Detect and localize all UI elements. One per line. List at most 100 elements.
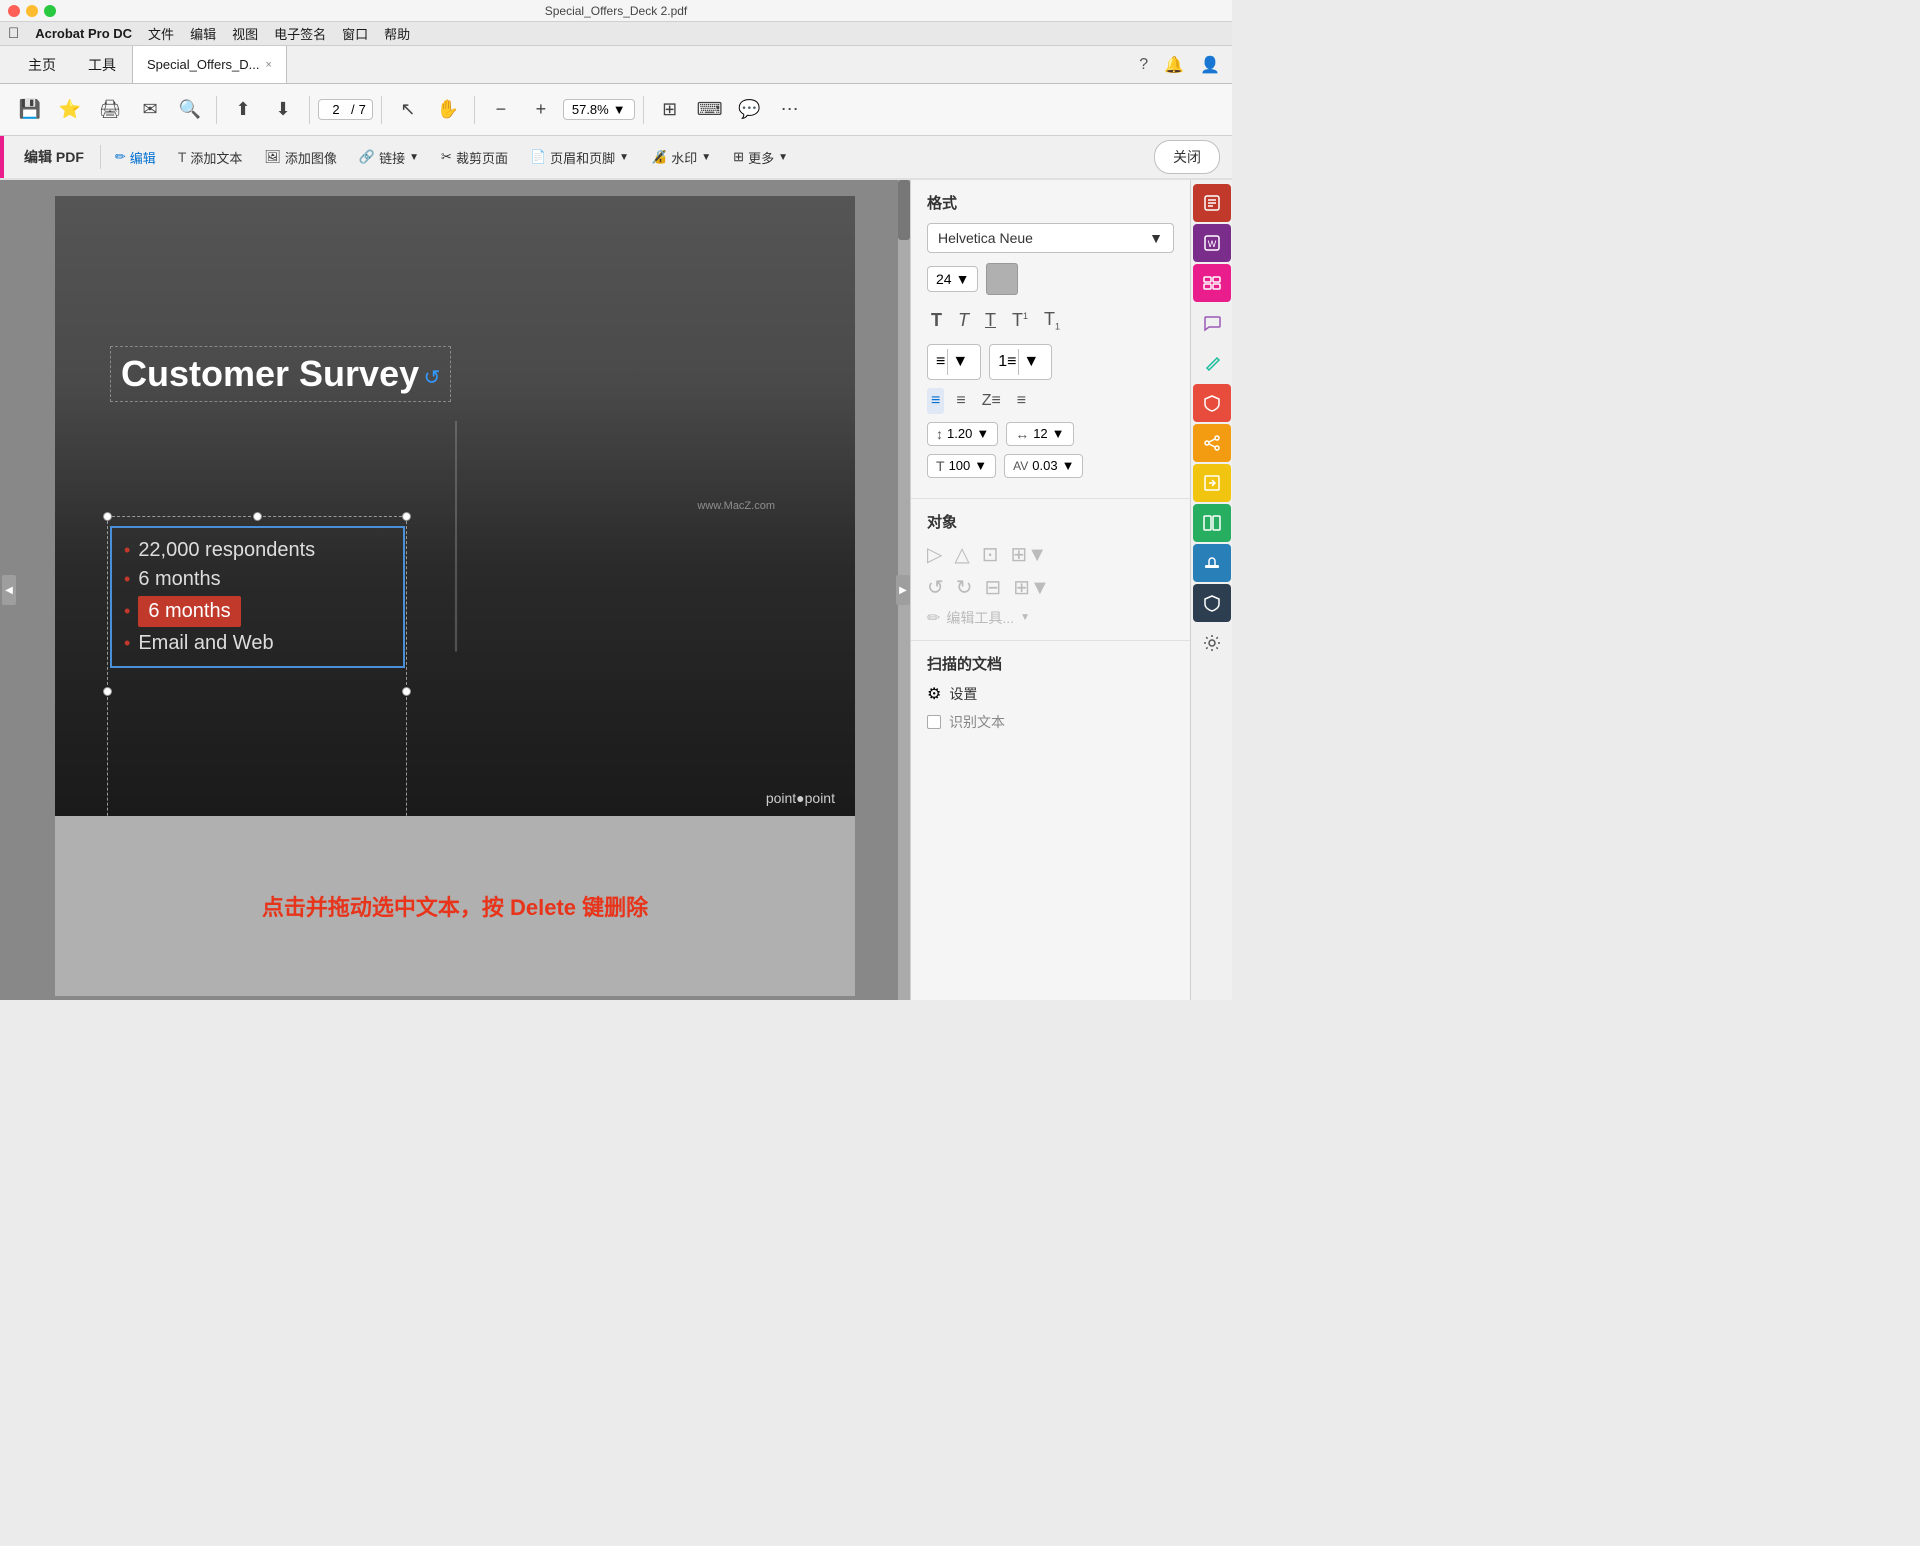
add-image-btn[interactable]: 🖼 添加图像 [254, 144, 347, 171]
tab-close-button[interactable]: × [265, 59, 271, 71]
text-box-survey[interactable]: Customer Survey ↺ [110, 346, 451, 402]
more-tools-button[interactable]: ⋯ [772, 92, 808, 128]
print-button[interactable]: 🖨 [92, 92, 128, 128]
line-spacing-ctrl[interactable]: ↕ 1.20 ▼ [927, 422, 998, 446]
page-number-input[interactable] [325, 102, 347, 117]
align-center-icon[interactable]: ≡ [952, 388, 969, 414]
subscript-icon[interactable]: T1 [1040, 305, 1064, 336]
strip-icon-fill-sign[interactable] [1193, 344, 1231, 382]
arrange-icon[interactable]: ⊞▼ [1013, 575, 1050, 600]
zoom-in-button[interactable]: + [523, 92, 559, 128]
font-size-selector[interactable]: 24 ▼ [927, 266, 978, 292]
bullet-months-selected[interactable]: • 6 months [124, 594, 391, 629]
char-spacing-ctrl[interactable]: ↔ 12 ▼ [1006, 422, 1073, 446]
close-edit-btn[interactable]: 关闭 [1154, 140, 1220, 174]
strip-icon-compare[interactable] [1193, 504, 1231, 542]
handle-ml[interactable] [103, 687, 112, 696]
font-selector[interactable]: Helvetica Neue ▼ [927, 223, 1174, 253]
scrollbar-thumb[interactable] [898, 180, 910, 240]
menu-file[interactable]: 文件 [148, 24, 174, 43]
tab-home[interactable]: 主页 [12, 46, 72, 83]
scan-settings-row[interactable]: ⚙ 设置 [927, 684, 1174, 704]
app-name[interactable]: Acrobat Pro DC [35, 26, 132, 41]
strip-icon-organize[interactable] [1193, 264, 1231, 302]
handle-tr[interactable] [402, 512, 411, 521]
fit-page-button[interactable]: ⊞ [652, 92, 688, 128]
pdf-area[interactable]: ◀ Customer Survey ↺ [0, 180, 910, 1000]
unordered-list-btn[interactable]: ≡ ▼ [927, 344, 981, 380]
help-icon[interactable]: ? [1139, 56, 1148, 74]
menu-help[interactable]: 帮助 [384, 24, 410, 43]
handle-mr[interactable] [402, 687, 411, 696]
watermark-btn[interactable]: 🔏 水印 ▼ [641, 144, 721, 171]
recognize-text-row[interactable]: 识别文本 [927, 712, 1174, 732]
strip-icon-protect[interactable] [1193, 384, 1231, 422]
list-dropdown-2[interactable]: ▼ [1018, 349, 1043, 375]
comment-button[interactable]: 💬 [732, 92, 768, 128]
strip-icon-export[interactable]: W [1193, 224, 1231, 262]
ordered-list-btn[interactable]: 1≡ ▼ [989, 344, 1052, 380]
kerning-ctrl[interactable]: AV 0.03 ▼ [1004, 454, 1083, 478]
strip-icon-comment[interactable] [1193, 304, 1231, 342]
collapse-left-btn[interactable]: ◀ [2, 575, 16, 605]
rotate-cw-icon[interactable]: ↻ [956, 575, 973, 600]
tab-document[interactable]: Special_Offers_D... × [132, 46, 287, 83]
download-button[interactable]: ⬇ [265, 92, 301, 128]
replace-icon[interactable]: ⊟ [985, 575, 1002, 600]
align-obj-icon[interactable]: ⊞▼ [1011, 542, 1048, 567]
header-footer-btn[interactable]: 📄 页眉和页脚 ▼ [520, 144, 639, 171]
hand-tool[interactable]: ✋ [430, 92, 466, 128]
save-button[interactable]: 💾 [12, 92, 48, 128]
crop-obj-icon[interactable]: ⊡ [982, 542, 999, 567]
bold-icon[interactable]: T [927, 306, 946, 335]
align-left-icon[interactable]: ≡ [927, 388, 944, 414]
edit-btn[interactable]: ✏ 编辑 [105, 144, 166, 171]
crop-btn[interactable]: ✂ 裁剪页面 [431, 144, 518, 171]
underline-icon[interactable]: T [981, 306, 1000, 335]
strip-icon-settings[interactable] [1193, 624, 1231, 662]
strip-icon-extract[interactable] [1193, 464, 1231, 502]
scale-ctrl[interactable]: T 100 ▼ [927, 454, 996, 478]
close-button[interactable] [8, 5, 20, 17]
align-right-icon[interactable]: ≡ [1013, 388, 1030, 414]
list-dropdown-1[interactable]: ▼ [947, 349, 972, 375]
text-color-picker[interactable] [986, 263, 1018, 295]
touchup-button[interactable]: ⌨ [692, 92, 728, 128]
apple-menu[interactable]:  [8, 25, 19, 42]
tab-tools[interactable]: 工具 [72, 46, 132, 83]
upload-button[interactable]: ⬆ [225, 92, 261, 128]
edit-tools-row[interactable]: ✏ 编辑工具... ▼ [927, 608, 1174, 628]
handle-tl[interactable] [103, 512, 112, 521]
superscript-icon[interactable]: T1 [1008, 306, 1032, 335]
select-tool[interactable]: ↖ [390, 92, 426, 128]
menu-edit[interactable]: 编辑 [190, 24, 216, 43]
email-button[interactable]: ✉ [132, 92, 168, 128]
menu-window[interactable]: 窗口 [342, 24, 368, 43]
menu-view[interactable]: 视图 [232, 24, 258, 43]
italic-icon[interactable]: T [954, 306, 973, 335]
menu-sign[interactable]: 电子签名 [274, 24, 326, 43]
handle-tm[interactable] [253, 512, 262, 521]
strip-icon-pdf-edit[interactable] [1193, 184, 1231, 222]
minimize-button[interactable] [26, 5, 38, 17]
more-btn[interactable]: ⊞ 更多 ▼ [723, 144, 798, 171]
zoom-control[interactable]: 57.8% ▼ [563, 99, 635, 120]
flip-vertical-icon[interactable]: △ [954, 542, 969, 567]
notifications-icon[interactable]: 🔔 [1164, 55, 1184, 75]
page-control[interactable]: / 7 [318, 99, 373, 120]
collapse-right-btn[interactable]: ▶ [896, 575, 910, 605]
recognize-text-checkbox[interactable] [927, 715, 941, 729]
align-z-icon[interactable]: Z≡ [978, 388, 1005, 414]
flip-horizontal-icon[interactable]: ▷ [927, 542, 942, 567]
maximize-button[interactable] [44, 5, 56, 17]
text-box-bullets[interactable]: • 22,000 respondents • 6 months • 6 mont… [110, 526, 405, 668]
strip-icon-share[interactable] [1193, 424, 1231, 462]
search-button[interactable]: 🔍 [172, 92, 208, 128]
rotate-ccw-icon[interactable]: ↺ [927, 575, 944, 600]
add-text-btn[interactable]: T 添加文本 [168, 144, 253, 171]
zoom-out-button[interactable]: − [483, 92, 519, 128]
strip-icon-stamp[interactable] [1193, 544, 1231, 582]
link-btn[interactable]: 🔗 链接 ▼ [349, 144, 429, 171]
traffic-lights[interactable] [8, 5, 56, 17]
account-icon[interactable]: 👤 [1200, 55, 1220, 75]
